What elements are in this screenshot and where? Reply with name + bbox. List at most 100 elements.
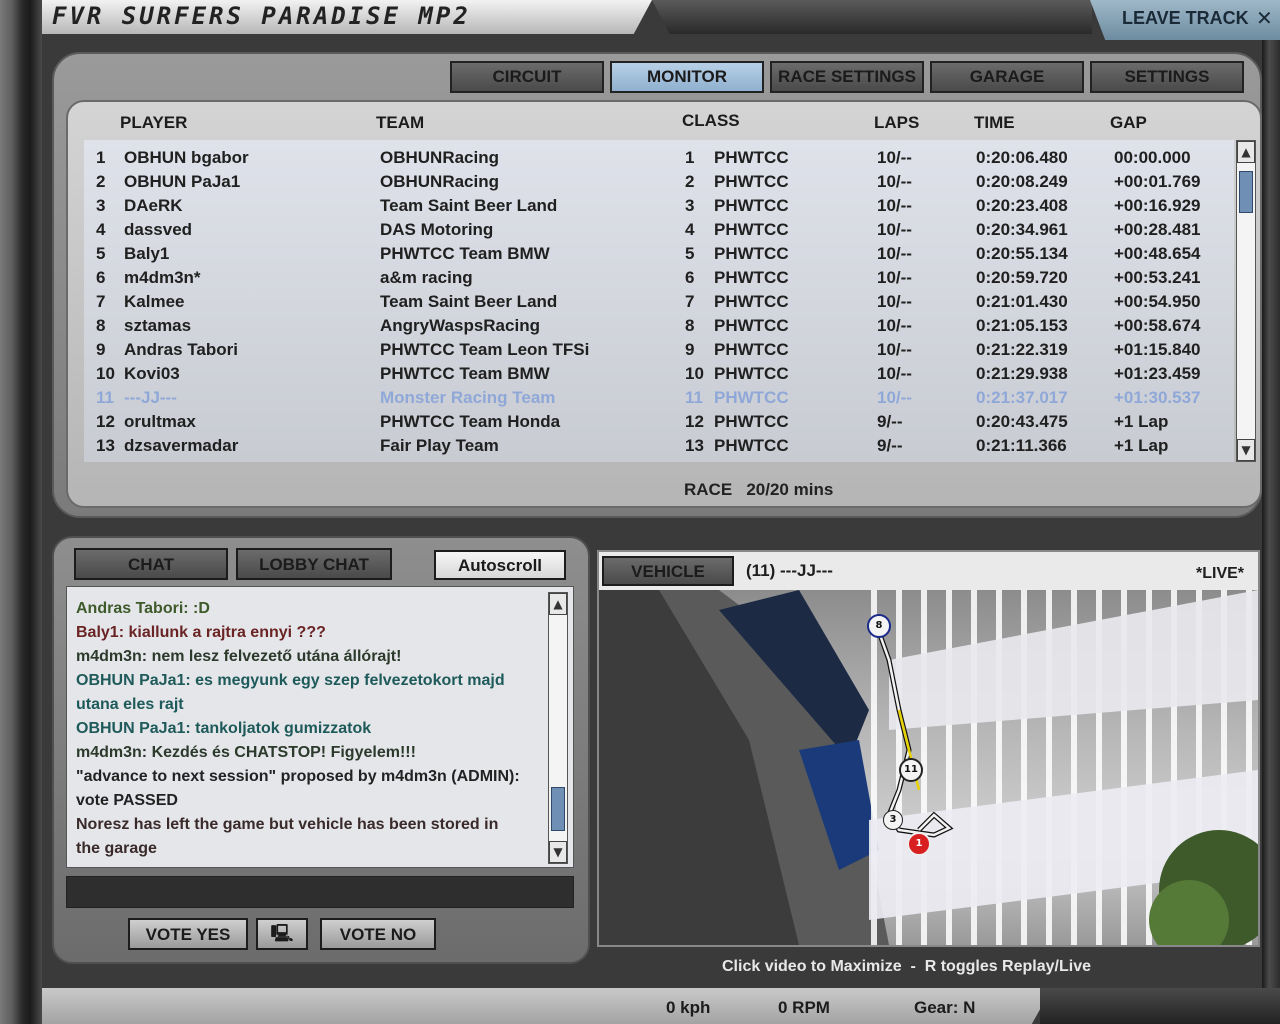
cell-player: OBHUN PaJa1 [124, 172, 241, 191]
speed-readout: 0 kph [666, 998, 711, 1017]
leave-track-label[interactable]: LEAVE TRACK [1122, 8, 1249, 29]
cell-pos: 12 [96, 412, 115, 431]
computer-icon[interactable]: 🖳 [256, 918, 308, 950]
autoscroll-button[interactable]: Autoscroll [434, 550, 566, 580]
table-row[interactable]: 6 m4dm3n* a&m racing 6 PHWTCC 10/-- 0:20:59.72… [84, 266, 1234, 290]
cell-player: orultmax [124, 412, 196, 431]
header-laps[interactable]: LAPS [874, 113, 919, 133]
tab-chat[interactable]: CHAT [74, 548, 228, 580]
cell-player: sztamas [124, 316, 192, 335]
cell-gap: +01:15.840 [1114, 340, 1201, 359]
cell-laps: 10/-- [877, 196, 912, 215]
cell-team: PHWTCC Team BMW [380, 244, 550, 263]
scroll-down-icon[interactable]: ▼ [1237, 439, 1255, 461]
tab-monitor[interactable]: MONITOR [610, 61, 764, 93]
cell-pos: 3 [96, 196, 106, 215]
cell-pos: 1 [96, 148, 106, 167]
camera-scene [599, 590, 1258, 945]
scroll-up-icon[interactable]: ▲ [549, 593, 567, 615]
cell-team: OBHUNRacing [380, 172, 500, 191]
table-row[interactable]: 7 Kalmee Team Saint Beer Land 7 PHWTCC 10/-- 0… [84, 290, 1234, 314]
table-row[interactable]: 5 Baly1 PHWTCC Team BMW 5 PHWTCC 10/-- 0:20:55… [84, 242, 1234, 266]
table-row[interactable]: 12 orultmax PHWTCC Team Honda 12 PHWTCC 9/-- 0… [84, 410, 1234, 434]
cell-pos: 7 [96, 292, 106, 311]
cell-team: PHWTCC Team BMW [380, 364, 550, 383]
tab-settings[interactable]: SETTINGS [1090, 61, 1244, 93]
close-icon[interactable]: ✕ [1256, 6, 1273, 30]
cell-gap: +00:48.654 [1114, 244, 1201, 263]
video-hint: Click video to Maximize - R toggles Repl… [722, 958, 1091, 975]
scroll-up-icon[interactable]: ▲ [1237, 141, 1255, 163]
cell-time: 0:20:08.249 [976, 172, 1068, 191]
cell-cpos: 4 [685, 220, 695, 239]
standings-scrollbar[interactable]: ▲ ▼ [1236, 140, 1256, 462]
cell-cls: PHWTCC [714, 316, 789, 335]
tab-race-settings[interactable]: RACE SETTINGS [770, 61, 924, 93]
rpm-readout: 0 RPM [778, 998, 830, 1017]
vehicle-name: (11) ---JJ--- [746, 561, 833, 580]
vote-no-button[interactable]: VOTE NO [320, 918, 436, 950]
tab-lobby-chat[interactable]: LOBBY CHAT [236, 548, 392, 580]
cell-gap: +00:28.481 [1114, 220, 1201, 239]
cell-pos: 8 [96, 316, 106, 335]
chat-message: vote PASSED [76, 792, 178, 809]
chat-scrollbar[interactable]: ▲ ▼ [548, 592, 568, 864]
cell-player: dassved [124, 220, 193, 239]
cell-time: 0:21:37.017 [976, 388, 1068, 407]
cell-player: ---JJ--- [124, 388, 177, 407]
cell-cpos: 10 [685, 364, 704, 383]
table-row[interactable]: 10 Kovi03 PHWTCC Team BMW 10 PHWTCC 10/-- 0:21… [84, 362, 1234, 386]
vehicle-button[interactable]: VEHICLE [602, 556, 734, 586]
header-gap[interactable]: GAP [1110, 113, 1147, 133]
cell-pos: 6 [96, 268, 106, 287]
camera-video[interactable]: 8 11 3 1 [599, 590, 1258, 945]
telemetry-bar [42, 988, 1052, 1024]
chat-message: "advance to next session" proposed by m4… [76, 768, 520, 785]
cell-cpos: 2 [685, 172, 695, 191]
cell-laps: 10/-- [877, 292, 912, 311]
cell-team: Monster Racing Team [380, 388, 556, 407]
cell-team: Team Saint Beer Land [380, 292, 558, 311]
chat-input[interactable] [66, 876, 574, 908]
cell-pos: 9 [96, 340, 106, 359]
cell-team: a&m racing [380, 268, 473, 287]
cell-cls: PHWTCC [714, 388, 789, 407]
cell-pos: 13 [96, 436, 115, 455]
cell-time: 0:20:23.408 [976, 196, 1068, 215]
scroll-down-icon[interactable]: ▼ [549, 841, 567, 863]
header-team[interactable]: TEAM [376, 113, 424, 133]
table-row[interactable]: 11 ---JJ--- Monster Racing Team 11 PHWTCC 10/… [84, 386, 1234, 410]
scroll-thumb[interactable] [1239, 171, 1253, 213]
table-row[interactable]: 8 sztamas AngryWaspsRacing 8 PHWTCC 10/-- 0:21… [84, 314, 1234, 338]
cell-cpos: 3 [685, 196, 695, 215]
cell-player: Kalmee [124, 292, 185, 311]
table-row[interactable]: 13 dzsavermadar Fair Play Team 13 PHWTCC 9/--… [84, 434, 1234, 458]
header-time[interactable]: TIME [974, 113, 1015, 133]
cell-time: 0:21:01.430 [976, 292, 1068, 311]
cell-gap: +00:16.929 [1114, 196, 1201, 215]
table-row[interactable]: 9 Andras Tabori PHWTCC Team Leon TFSi 9 PHWT… [84, 338, 1234, 362]
header-player[interactable]: PLAYER [120, 113, 187, 133]
standings-rows: 1 OBHUN bgabor OBHUNRacing 1 PHWTCC 10/-- 0:20… [84, 146, 1234, 462]
table-row[interactable]: 1 OBHUN bgabor OBHUNRacing 1 PHWTCC 10/-- 0:20… [84, 146, 1234, 170]
scroll-thumb[interactable] [551, 787, 565, 831]
cell-laps: 9/-- [877, 412, 903, 431]
cell-cls: PHWTCC [714, 268, 789, 287]
table-row[interactable]: 4 dassved DAS Motoring 4 PHWTCC 10/-- 0:20:34.… [84, 218, 1234, 242]
telemetry-bar-dark-section [1040, 988, 1280, 1024]
table-row[interactable]: 3 DAeRK Team Saint Beer Land 3 PHWTCC 10/-- 0:… [84, 194, 1234, 218]
vote-yes-button[interactable]: VOTE YES [128, 918, 248, 950]
header-class[interactable]: CLASS [682, 111, 740, 131]
cell-cpos: 11 [685, 388, 703, 407]
tab-garage[interactable]: GARAGE [930, 61, 1084, 93]
right-frame-strip [1262, 40, 1280, 1000]
tab-circuit[interactable]: CIRCUIT [450, 61, 604, 93]
cell-player: DAeRK [124, 196, 183, 215]
cell-cls: PHWTCC [714, 148, 789, 167]
cell-cpos: 8 [685, 316, 695, 335]
table-row[interactable]: 2 OBHUN PaJa1 OBHUNRacing 2 PHWTCC 10/-- 0:20:… [84, 170, 1234, 194]
cell-cls: PHWTCC [714, 340, 789, 359]
cell-time: 0:20:43.475 [976, 412, 1068, 431]
cell-team: OBHUNRacing [380, 148, 500, 167]
cell-cls: PHWTCC [714, 412, 789, 431]
